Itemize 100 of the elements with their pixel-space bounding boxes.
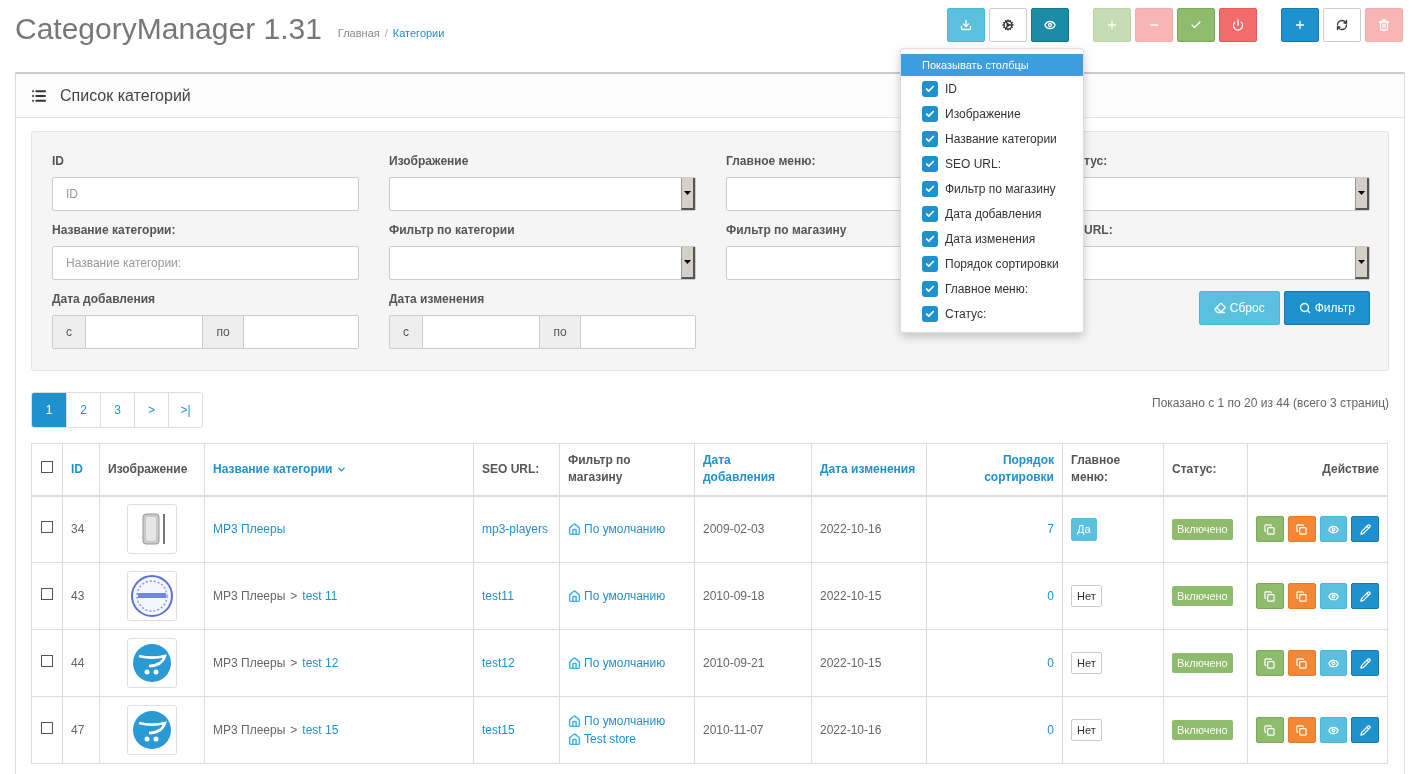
range-to-label: по [202, 315, 244, 349]
seo-link[interactable]: test12 [482, 656, 515, 670]
seo-link[interactable]: test11 [482, 589, 514, 603]
eraser-icon [1213, 302, 1226, 314]
menu-item-label: Главное меню: [945, 280, 1029, 298]
date-field[interactable] [581, 315, 696, 349]
download-icon [960, 19, 972, 31]
menu-item[interactable]: Порядок сортировки [901, 251, 1083, 276]
sort-order-link[interactable]: 0 [1047, 723, 1054, 737]
filter-button[interactable]: Сброс [1198, 291, 1280, 325]
select-field[interactable] [389, 177, 696, 211]
checkbox[interactable] [922, 280, 938, 297]
table-cell: 2010-09-21 [694, 629, 812, 697]
breadcrumb-link[interactable]: Категории [392, 24, 445, 42]
category-link[interactable]: test 11 [302, 589, 338, 603]
date-field[interactable] [423, 315, 539, 349]
checkbox[interactable] [41, 655, 53, 667]
refresh-icon [1336, 19, 1348, 31]
menu-item[interactable]: Изображение [901, 101, 1083, 126]
filter-button[interactable]: Фильтр [1283, 291, 1370, 325]
checkbox[interactable] [922, 130, 938, 147]
row-action-button[interactable] [1287, 650, 1316, 676]
sort-order-link[interactable]: 7 [1047, 522, 1054, 537]
row-action-button[interactable] [1319, 516, 1348, 543]
category-link[interactable]: test 12 [302, 656, 339, 670]
category-link[interactable]: MP3 Плееры [213, 522, 286, 537]
row-action-button[interactable] [1351, 717, 1379, 743]
column-header: Статус: [1172, 461, 1217, 476]
store-link[interactable]: По умолчанию [568, 712, 666, 730]
checkbox[interactable] [922, 230, 938, 247]
filter-label: Название категории: [52, 222, 176, 237]
checkbox[interactable] [41, 722, 53, 734]
row-action-button[interactable] [1319, 717, 1348, 743]
results-summary: Показано с 1 по 20 из 44 (всего 3 страниц) [1152, 395, 1389, 412]
checkbox[interactable] [922, 305, 938, 322]
menu-item[interactable]: Фильтр по магазину [901, 176, 1083, 201]
range-from-label: с [389, 315, 423, 349]
date-field[interactable] [86, 315, 202, 349]
menu-item[interactable]: Главное меню: [901, 276, 1083, 301]
store-link[interactable]: По умолчанию [568, 654, 666, 672]
gears-icon [1002, 19, 1014, 31]
menu-item[interactable]: SEO URL: [901, 151, 1083, 176]
seo-link[interactable]: mp3-players [482, 522, 549, 537]
table-cell: 2022-10-15 [811, 629, 927, 697]
menu-item[interactable]: ID [901, 76, 1083, 101]
row-action-button[interactable] [1287, 717, 1316, 743]
row-action-button[interactable] [1256, 717, 1284, 743]
breadcrumb-link[interactable]: Главная [337, 24, 380, 42]
checkmark-icon [925, 258, 935, 269]
copy-icon [1296, 523, 1308, 535]
checkbox[interactable] [922, 155, 938, 172]
copy-icon [1296, 657, 1308, 669]
sort-order-link[interactable]: 0 [1047, 656, 1054, 670]
row-action-button[interactable] [1256, 516, 1284, 543]
sort-order-link[interactable]: 0 [1047, 589, 1054, 603]
row-action-button[interactable] [1256, 650, 1284, 676]
row-action-button[interactable] [1319, 583, 1348, 609]
store-link[interactable]: Test store [568, 730, 637, 748]
row-action-button[interactable] [1287, 583, 1316, 609]
eye-icon [1044, 19, 1056, 31]
checkbox[interactable] [41, 461, 53, 474]
filter-label: Фильтр по магазину [726, 222, 847, 237]
row-action-button[interactable] [1287, 516, 1316, 543]
menu-item[interactable]: Дата изменения [901, 226, 1083, 251]
checkbox[interactable] [922, 255, 938, 272]
menu-item[interactable]: Название категории [901, 126, 1083, 151]
row-action-button[interactable] [1351, 583, 1379, 609]
checkbox[interactable] [922, 180, 938, 197]
date-field[interactable] [244, 315, 359, 349]
status-badge: Включено [1172, 519, 1233, 540]
row-action-button[interactable] [1256, 583, 1284, 609]
page-link[interactable]: 1 [32, 393, 66, 427]
search-icon [1298, 302, 1311, 314]
column-sort-link[interactable]: ID [71, 460, 83, 478]
checkbox[interactable] [922, 205, 938, 222]
category-link[interactable]: test 15 [302, 723, 339, 737]
page-link[interactable]: >| [168, 393, 202, 427]
checkbox[interactable] [922, 80, 938, 97]
select-field[interactable] [389, 246, 696, 280]
checkbox[interactable] [922, 105, 938, 122]
menu-item[interactable]: Дата добавления [901, 201, 1083, 226]
text-field[interactable]: ID [52, 177, 359, 211]
row-action-button[interactable] [1319, 650, 1348, 676]
menu-item[interactable]: Статус: [901, 301, 1083, 326]
text-field[interactable]: Название категории: [52, 246, 359, 280]
row-action-button[interactable] [1351, 516, 1379, 543]
store-link[interactable]: По умолчанию [568, 587, 666, 605]
toolbar-button[interactable] [1031, 8, 1069, 42]
checkmark-icon [925, 308, 935, 319]
row-action-button[interactable] [1351, 650, 1379, 676]
seo-link[interactable]: test15 [482, 723, 515, 737]
home-icon [568, 732, 581, 746]
column-sort-link[interactable]: Название категории [213, 460, 348, 478]
checkbox[interactable] [41, 588, 53, 600]
menu-header: Показывать столбцы [901, 54, 1083, 76]
checkbox[interactable] [41, 521, 53, 534]
menu-item-label: Название категории [945, 130, 1057, 148]
copy-icon [1264, 590, 1276, 602]
menu-badge: Нет [1071, 584, 1102, 608]
eye-icon [1327, 657, 1339, 669]
